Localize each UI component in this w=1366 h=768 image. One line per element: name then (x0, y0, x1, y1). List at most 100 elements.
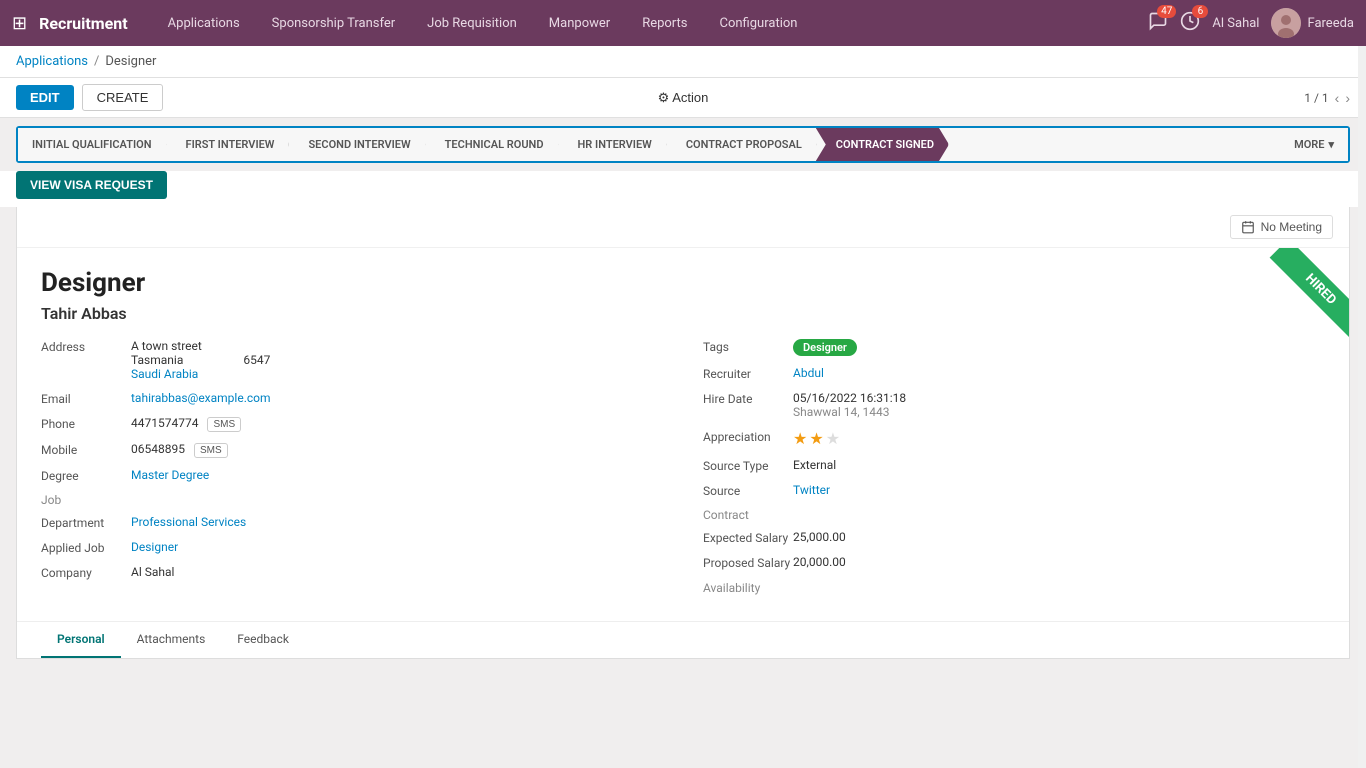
col-right: Tags Designer Recruiter Abdul Hire Date … (703, 339, 1325, 605)
appreciation-field: Appreciation ★ ★ ★ (703, 429, 1325, 448)
pager-prev[interactable]: ‹ (1335, 90, 1340, 106)
stage-first-interview[interactable]: FIRST INTERVIEW (166, 128, 290, 161)
department-field: Department Professional Services (41, 515, 663, 530)
job-section-label: Job (41, 493, 663, 507)
phone-sms-button[interactable]: SMS (207, 417, 241, 432)
two-col: Address A town street Tasmania 6547 Saud… (17, 339, 1349, 621)
no-meeting-bar: No Meeting (17, 207, 1349, 248)
grid-icon[interactable]: ⊞ (12, 13, 27, 34)
tags-field: Tags Designer (703, 339, 1325, 356)
messages-icon[interactable]: 47 (1148, 11, 1168, 35)
tags-value: Designer (793, 339, 857, 356)
activity-badge: 6 (1192, 5, 1208, 18)
source-type-field: Source Type External (703, 458, 1325, 473)
mobile-sms-button[interactable]: SMS (194, 443, 228, 458)
stage-bar: INITIAL QUALIFICATION FIRST INTERVIEW SE… (18, 128, 1348, 161)
stage-second-interview[interactable]: SECOND INTERVIEW (288, 128, 425, 161)
stage-initial-qualification[interactable]: INITIAL QUALIFICATION (18, 128, 167, 161)
address-line2: Tasmania (131, 353, 183, 367)
nav-reports[interactable]: Reports (626, 0, 703, 46)
calendar-icon (1241, 220, 1255, 234)
recruiter-value[interactable]: Abdul (793, 366, 824, 381)
department-value[interactable]: Professional Services (131, 515, 246, 530)
stage-more[interactable]: MORE ▾ (1280, 128, 1348, 161)
company-label: Company (41, 565, 131, 580)
breadcrumb-current: Designer (105, 54, 156, 69)
degree-value[interactable]: Master Degree (131, 468, 209, 483)
star-3[interactable]: ★ (826, 429, 840, 448)
star-2[interactable]: ★ (809, 429, 823, 448)
nav-configuration[interactable]: Configuration (704, 0, 814, 46)
phone-value: 4471574774 SMS (131, 416, 241, 432)
pager-next[interactable]: › (1345, 90, 1350, 106)
star-1[interactable]: ★ (793, 429, 807, 448)
mobile-label: Mobile (41, 442, 131, 458)
appreciation-label: Appreciation (703, 429, 793, 448)
address-field: Address A town street Tasmania 6547 Saud… (41, 339, 663, 381)
hire-date-field: Hire Date 05/16/2022 16:31:18 Shawwal 14… (703, 391, 1325, 419)
nav-links: Applications Sponsorship Transfer Job Re… (152, 0, 1149, 46)
tab-personal[interactable]: Personal (41, 622, 121, 658)
messages-badge: 47 (1157, 5, 1176, 18)
view-visa-button[interactable]: VIEW VISA REQUEST (16, 171, 167, 199)
edit-button[interactable]: EDIT (16, 85, 74, 110)
address-code: 6547 (243, 353, 270, 367)
hire-date-value: 05/16/2022 16:31:18 Shawwal 14, 1443 (793, 391, 906, 419)
stage-hr-interview[interactable]: HR INTERVIEW (558, 128, 667, 161)
email-value[interactable]: tahirabbas@example.com (131, 391, 271, 406)
source-value[interactable]: Twitter (793, 483, 830, 498)
breadcrumb-parent[interactable]: Applications (16, 54, 88, 69)
no-meeting-button[interactable]: No Meeting (1230, 215, 1333, 239)
department-label: Department (41, 515, 131, 530)
user-name: Fareeda (1271, 8, 1354, 38)
tab-feedback[interactable]: Feedback (221, 622, 305, 658)
source-type-value: External (793, 458, 836, 473)
nav-right: 47 6 Al Sahal Fareeda (1148, 8, 1354, 38)
email-label: Email (41, 391, 131, 406)
hire-date-hijri: Shawwal 14, 1443 (793, 405, 890, 419)
degree-field: Degree Master Degree (41, 468, 663, 483)
user-avatar (1271, 8, 1301, 38)
bottom-tabs: Personal Attachments Feedback (17, 621, 1349, 658)
proposed-salary-field: Proposed Salary 20,000.00 (703, 555, 1325, 570)
stage-contract-signed[interactable]: CONTRACT SIGNED (816, 128, 949, 161)
nav-applications[interactable]: Applications (152, 0, 256, 46)
record-header: HIRED Designer Tahir Abbas (17, 248, 1349, 339)
view-visa-bar: VIEW VISA REQUEST (0, 171, 1366, 207)
record-title: Designer (41, 268, 1325, 298)
breadcrumb-separator: / (94, 54, 99, 69)
contract-section-label: Contract (703, 508, 1325, 522)
applied-job-label: Applied Job (41, 540, 131, 555)
top-nav: ⊞ Recruitment Applications Sponsorship T… (0, 0, 1366, 46)
nav-manpower[interactable]: Manpower (533, 0, 626, 46)
nav-sponsorship[interactable]: Sponsorship Transfer (256, 0, 412, 46)
nav-job-req[interactable]: Job Requisition (411, 0, 533, 46)
main-content: No Meeting HIRED Designer Tahir Abbas Ad… (16, 207, 1350, 659)
expected-salary-label: Expected Salary (703, 530, 793, 545)
appreciation-stars: ★ ★ ★ (793, 429, 840, 448)
action-button[interactable]: ⚙ Action (658, 90, 709, 106)
stage-technical-round[interactable]: TECHNICAL ROUND (425, 128, 559, 161)
scrollbar-track[interactable] (1358, 46, 1366, 768)
activity-icon[interactable]: 6 (1180, 11, 1200, 35)
address-label: Address (41, 339, 131, 381)
stage-contract-proposal[interactable]: CONTRACT PROPOSAL (666, 128, 817, 161)
company-name: Al Sahal (1212, 16, 1259, 31)
email-field: Email tahirabbas@example.com (41, 391, 663, 406)
recruiter-field: Recruiter Abdul (703, 366, 1325, 381)
hire-date-label: Hire Date (703, 391, 793, 419)
address-country[interactable]: Saudi Arabia (131, 367, 270, 381)
applied-job-value[interactable]: Designer (131, 540, 178, 555)
source-label: Source (703, 483, 793, 498)
action-bar: EDIT CREATE ⚙ Action 1 / 1 ‹ › (0, 78, 1366, 118)
pager: 1 / 1 ‹ › (1304, 90, 1350, 106)
hired-ribbon: HIRED (1270, 248, 1349, 339)
tab-attachments[interactable]: Attachments (121, 622, 222, 658)
source-type-label: Source Type (703, 458, 793, 473)
stage-bar-wrapper: INITIAL QUALIFICATION FIRST INTERVIEW SE… (16, 126, 1350, 163)
expected-salary-field: Expected Salary 25,000.00 (703, 530, 1325, 545)
create-button[interactable]: CREATE (82, 84, 164, 111)
availability-label: Availability (703, 580, 793, 595)
degree-label: Degree (41, 468, 131, 483)
company-value: Al Sahal (131, 565, 174, 580)
